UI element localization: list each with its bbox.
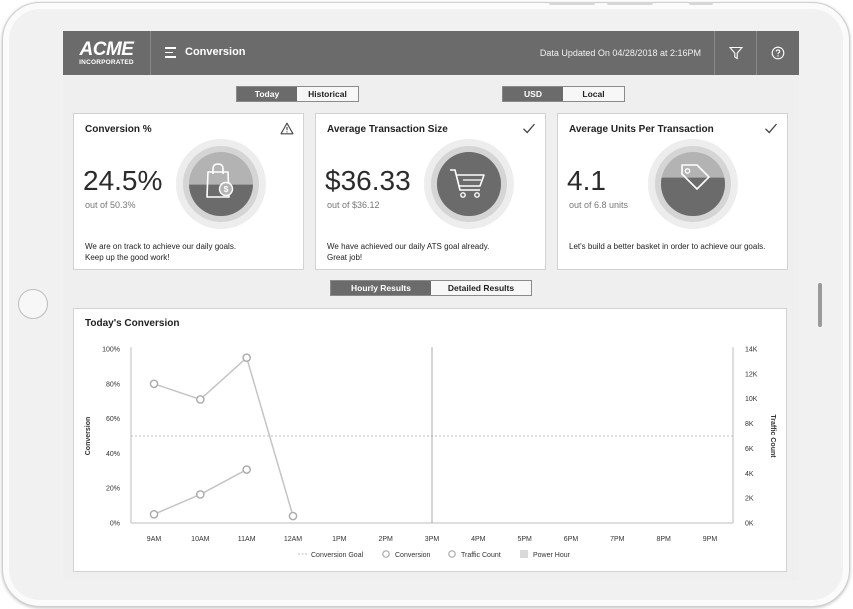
conversion-point xyxy=(288,511,298,521)
conversion-point xyxy=(149,379,159,389)
traffic-count-point xyxy=(196,490,205,499)
x-tick-label: 3PM xyxy=(425,536,440,543)
card-message-line: Keep up the good work! xyxy=(85,253,170,262)
legend-point-swatch xyxy=(448,550,456,558)
tablet-hardware-button xyxy=(549,2,595,5)
x-tick-label: 6PM xyxy=(564,536,579,543)
card-message-line: Great job! xyxy=(327,253,363,262)
card-value: 24.5% xyxy=(83,165,163,196)
card-target: out of 50.3% xyxy=(85,200,136,210)
card-message-line: We have achieved our daily ATS goal alre… xyxy=(327,242,490,251)
average-transaction-size-card[interactable]: Average Transaction Size $36.33 out of $… xyxy=(315,113,546,270)
y-tick-label: 40% xyxy=(106,451,120,458)
card-target: out of 6.8 units xyxy=(569,200,629,210)
traffic-count-point xyxy=(149,509,159,519)
x-tick-label: 10AM xyxy=(191,536,209,543)
y-tick-label: 100% xyxy=(102,347,120,354)
filter-button[interactable] xyxy=(714,31,757,75)
conversion-card[interactable]: Conversion % 24.5% out of 50.3% $ We are… xyxy=(73,113,304,270)
page-title: Conversion xyxy=(185,46,246,58)
usd-tab[interactable]: USD xyxy=(503,87,563,101)
todays-conversion-panel: Today's Conversion 0% 20% 40% 60% 80% 100% 0K 2… xyxy=(73,308,787,572)
upt-gauge xyxy=(648,139,738,229)
legend-label: Traffic Count xyxy=(461,552,501,559)
card-title: Average Transaction Size xyxy=(327,124,448,135)
card-value: 4.1 xyxy=(567,165,606,196)
legend-label: Conversion xyxy=(395,552,431,559)
help-button[interactable] xyxy=(756,31,799,75)
card-message-line: We are on track to achieve our daily goa… xyxy=(85,242,237,251)
legend-power-hour-swatch xyxy=(520,550,528,558)
card-message: We have achieved our daily ATS goal alre… xyxy=(327,241,542,263)
results-toggle: Hourly Results Detailed Results xyxy=(330,280,532,296)
svg-text:$: $ xyxy=(224,184,229,194)
card-title: Average Units Per Transaction xyxy=(569,124,714,135)
app-screen: ACME INCORPORATED Conversion Data Update… xyxy=(63,31,799,580)
card-value: $36.33 xyxy=(325,165,411,196)
help-icon xyxy=(771,46,785,60)
currency-toggle: USD Local xyxy=(502,86,625,102)
local-tab[interactable]: Local xyxy=(563,87,624,101)
hourly-results-tab[interactable]: Hourly Results xyxy=(331,281,431,295)
x-tick-label: 1PM xyxy=(332,536,347,543)
warning-icon xyxy=(280,122,294,135)
tablet-hardware-button xyxy=(689,2,713,5)
y2-axis-title: Traffic Count xyxy=(769,414,776,458)
x-tick-label: 8PM xyxy=(656,536,671,543)
filter-icon xyxy=(729,46,743,60)
hamburger-menu-icon[interactable] xyxy=(165,47,176,58)
tablet-hardware-button xyxy=(607,2,653,5)
x-tick-label: 5PM xyxy=(517,536,532,543)
legend-label: Conversion Goal xyxy=(311,552,364,559)
card-message: Let's build a better basket in order to … xyxy=(569,241,784,252)
card-target: out of $36.12 xyxy=(327,200,380,210)
x-tick-label: 9AM xyxy=(147,536,162,543)
check-icon xyxy=(765,123,777,134)
acme-logo[interactable]: ACME INCORPORATED xyxy=(63,31,151,75)
y2-tick-label: 8K xyxy=(745,421,754,428)
y2-tick-label: 6K xyxy=(745,446,754,453)
traffic-count-point xyxy=(242,465,251,474)
x-tick-label: 2PM xyxy=(378,536,393,543)
y2-tick-label: 2K xyxy=(745,496,754,503)
y2-tick-label: 10K xyxy=(745,396,758,403)
y-tick-label: 20% xyxy=(106,486,120,493)
legend-point-swatch xyxy=(382,550,390,558)
conversion-point xyxy=(242,353,251,363)
y-axis-title: Conversion xyxy=(85,417,92,456)
logo-subtitle: INCORPORATED xyxy=(79,59,134,66)
period-toggle: Today Historical xyxy=(236,86,359,102)
conversion-line xyxy=(153,356,294,517)
y-tick-label: 80% xyxy=(106,381,120,388)
y2-tick-label: 0K xyxy=(745,521,754,528)
tablet-side-button[interactable] xyxy=(818,283,822,327)
conversion-chart: 0% 20% 40% 60% 80% 100% 0K 2K 4K 6K 8K 10K 12K 14K 9AM… xyxy=(85,347,776,560)
legend-label: Power Hour xyxy=(533,552,571,559)
today-tab[interactable]: Today xyxy=(237,87,297,101)
conversion-point xyxy=(196,395,205,404)
logo-wordmark: ACME xyxy=(79,39,134,60)
card-title: Conversion % xyxy=(85,124,152,135)
detailed-results-tab[interactable]: Detailed Results xyxy=(431,281,531,295)
x-tick-label: 7PM xyxy=(610,536,625,543)
average-units-per-transaction-card[interactable]: Average Units Per Transaction 4.1 out of… xyxy=(557,113,788,270)
y2-tick-label: 4K xyxy=(745,471,754,478)
x-tick-label: 4PM xyxy=(471,536,486,543)
conversion-gauge: $ xyxy=(176,139,266,229)
top-bar: ACME INCORPORATED Conversion Data Update… xyxy=(63,31,799,75)
data-updated-timestamp: Data Updated On 04/28/2018 at 2:16PM xyxy=(539,48,701,58)
y2-tick-label: 12K xyxy=(745,371,758,378)
x-tick-label: 11AM xyxy=(238,536,256,543)
card-message: We are on track to achieve our daily goa… xyxy=(85,241,300,263)
ats-gauge xyxy=(424,139,514,229)
tablet-home-button[interactable] xyxy=(18,289,48,319)
y-tick-label: 60% xyxy=(106,416,120,423)
y2-tick-label: 14K xyxy=(745,347,758,354)
x-tick-label: 12AM xyxy=(284,536,302,543)
check-icon xyxy=(523,123,535,134)
card-message-line: Let's build a better basket in order to … xyxy=(569,242,766,251)
historical-tab[interactable]: Historical xyxy=(297,87,358,101)
y-tick-label: 0% xyxy=(110,521,120,528)
x-tick-label: 9PM xyxy=(703,536,718,543)
